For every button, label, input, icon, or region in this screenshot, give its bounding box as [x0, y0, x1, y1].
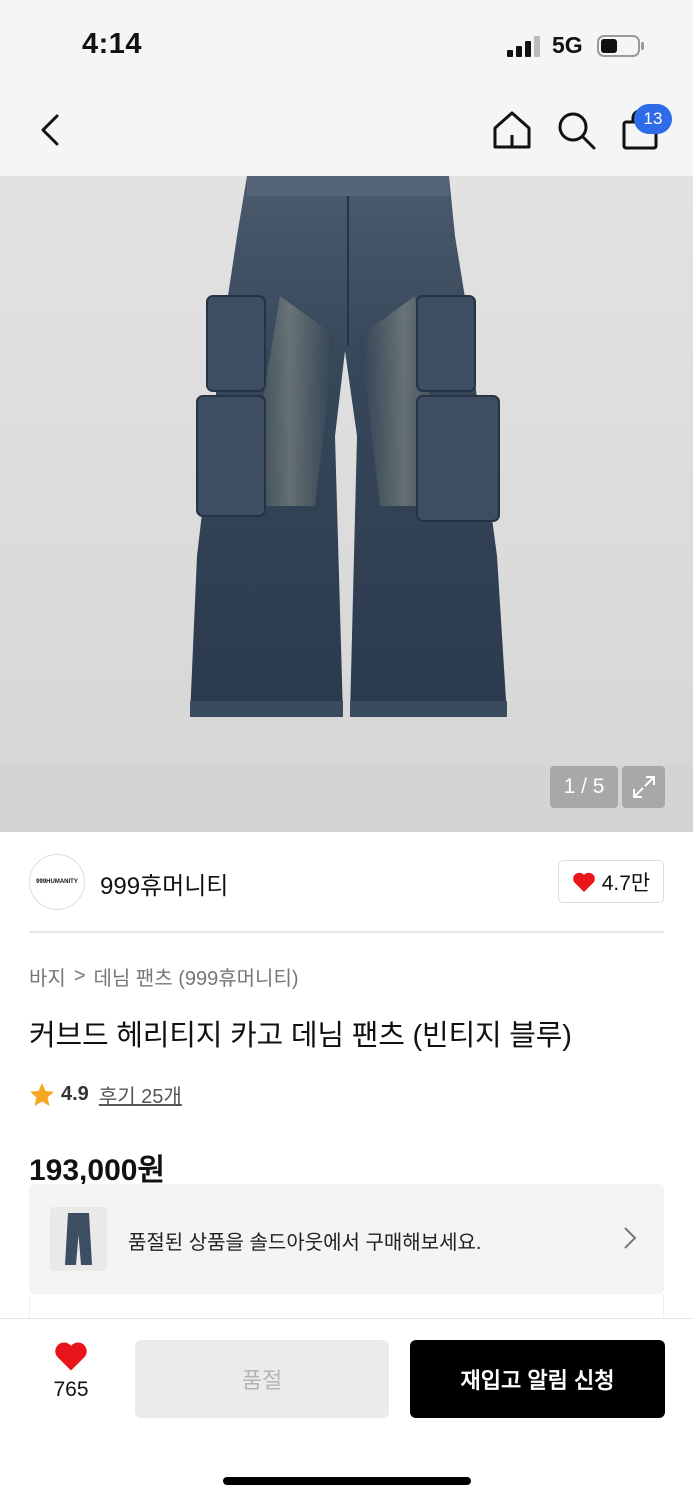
rating-score: 4.9 [61, 1083, 89, 1105]
image-pager: 1 / 5 [550, 766, 618, 808]
star-icon [30, 1082, 54, 1106]
home-indicator [223, 1477, 471, 1485]
brand-like-count: 4.7만 [601, 871, 651, 895]
product-like-count: 765 [53, 1378, 89, 1401]
soldout-button[interactable]: 품절 [135, 1340, 389, 1418]
status-time: 4:14 [82, 28, 143, 60]
brand-name[interactable]: 999휴머니티 [100, 866, 228, 901]
expand-image-button[interactable] [622, 766, 665, 808]
product-rating: 4.9 후기 25개 [29, 1080, 182, 1109]
soldout-banner-text: 품절된 상품을 솔드아웃에서 구매해보세요. [128, 1232, 482, 1254]
chevron-left-icon [41, 114, 59, 146]
brand-like-button[interactable]: 4.7만 [558, 860, 664, 903]
product-image [190, 176, 507, 717]
chevron-right-icon [624, 1227, 637, 1249]
divider [29, 931, 664, 933]
heart-icon [55, 1342, 87, 1371]
cart-count-badge: 13 [634, 104, 672, 134]
product-title: 커브드 헤리티지 카고 데님 팬츠 (빈티지 블루) [29, 1020, 572, 1052]
heart-icon [572, 872, 595, 892]
breadcrumb-category[interactable]: 바지 [29, 962, 66, 991]
back-button[interactable] [30, 108, 70, 152]
soldout-thumbnail [50, 1207, 107, 1271]
product-like-button[interactable]: 765 [40, 1340, 102, 1416]
review-count-link[interactable]: 후기 25개 [99, 1080, 182, 1109]
expand-icon [632, 776, 655, 798]
restock-alert-button[interactable]: 재입고 알림 신청 [410, 1340, 665, 1418]
battery-icon [597, 35, 644, 57]
breadcrumb: 바지 > 데님 팬츠 (999휴머니티) [29, 962, 299, 991]
home-icon[interactable] [490, 108, 534, 152]
breadcrumb-subcategory[interactable]: 데님 팬츠 (999휴머니티) [94, 962, 299, 991]
brand-logo[interactable]: 999HUMANITY [29, 854, 85, 910]
signal-icon [507, 36, 540, 57]
breadcrumb-separator: > [73, 965, 86, 987]
product-price: 193,000원 [29, 1154, 166, 1187]
brand-logo-text: 999HUMANITY [36, 879, 78, 885]
search-icon[interactable] [554, 108, 598, 152]
network-label: 5G [552, 32, 583, 58]
